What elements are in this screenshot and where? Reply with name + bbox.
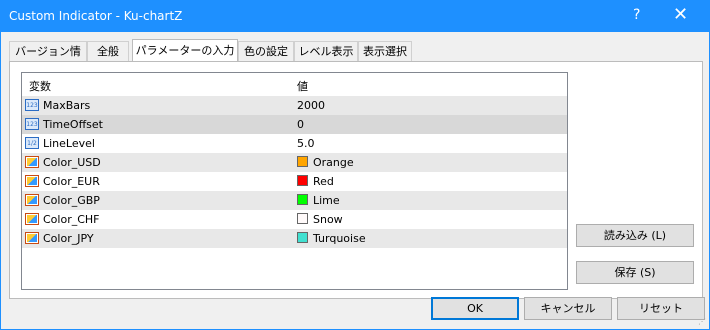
param-value[interactable]: Red [313, 175, 334, 188]
cancel-button[interactable]: キャンセル [524, 297, 612, 320]
param-name: Color_JPY [43, 232, 94, 245]
color-icon [25, 232, 39, 244]
param-value[interactable]: 2000 [297, 99, 325, 112]
close-icon[interactable]: ✕ [673, 4, 688, 25]
param-name: TimeOffset [43, 118, 103, 131]
header-value[interactable]: 値 [297, 78, 308, 94]
param-name: Color_GBP [43, 194, 100, 207]
resize-grip-icon[interactable]: ⋰ [698, 317, 706, 326]
table-row[interactable]: Color_EUR Red [22, 172, 567, 191]
save-button[interactable]: 保存 (S) [576, 261, 694, 284]
color-swatch [297, 175, 308, 186]
table-row[interactable]: 1/2 LineLevel 5.0 [22, 134, 567, 153]
tab-visualization[interactable]: 表示選択 [358, 41, 412, 61]
table-row[interactable]: Color_USD Orange [22, 153, 567, 172]
param-value[interactable]: 5.0 [297, 137, 315, 150]
color-swatch [297, 194, 308, 205]
color-swatch [297, 213, 308, 224]
param-value[interactable]: Lime [313, 194, 340, 207]
integer-icon: 123 [25, 118, 39, 130]
table-row[interactable]: Color_CHF Snow [22, 210, 567, 229]
table-row[interactable]: Color_GBP Lime [22, 191, 567, 210]
tab-colors[interactable]: 色の設定 [238, 41, 294, 61]
table-row[interactable]: Color_JPY Turquoise [22, 229, 567, 248]
dialog-window: Custom Indicator - Ku-chartZ ? ✕ バージョン情報… [0, 0, 710, 330]
window-title: Custom Indicator - Ku-chartZ [9, 9, 183, 23]
tab-inputs[interactable]: パラメーターの入力 [132, 39, 238, 62]
color-icon [25, 194, 39, 206]
double-icon: 1/2 [25, 137, 39, 149]
tab-general[interactable]: 全般 [87, 41, 129, 61]
integer-icon: 123 [25, 99, 39, 111]
color-icon [25, 175, 39, 187]
color-swatch [297, 232, 308, 243]
param-name: MaxBars [43, 99, 91, 112]
tab-version-info[interactable]: バージョン情報 [9, 41, 87, 77]
color-swatch [297, 156, 308, 167]
header-variable[interactable]: 変数 [29, 78, 51, 94]
param-name: Color_EUR [43, 175, 100, 188]
param-name: LineLevel [43, 137, 95, 150]
parameters-table[interactable]: 変数 値 123 MaxBars 2000 123 TimeOffset 0 1… [21, 72, 568, 290]
color-icon [25, 213, 39, 225]
ok-button[interactable]: OK [431, 297, 519, 320]
table-row[interactable]: 123 TimeOffset 0 [22, 115, 567, 134]
inputs-panel: 変数 値 123 MaxBars 2000 123 TimeOffset 0 1… [9, 61, 703, 299]
param-name: Color_USD [43, 156, 101, 169]
tab-levels[interactable]: レベル表示 [294, 41, 358, 61]
table-header: 変数 値 [22, 73, 567, 95]
param-value[interactable]: Snow [313, 213, 343, 226]
param-value[interactable]: Orange [313, 156, 354, 169]
param-value[interactable]: 0 [297, 118, 304, 131]
title-bar: Custom Indicator - Ku-chartZ ? ✕ [1, 1, 709, 32]
table-row[interactable]: 123 MaxBars 2000 [22, 96, 567, 115]
param-name: Color_CHF [43, 213, 100, 226]
help-icon[interactable]: ? [633, 7, 640, 23]
load-button[interactable]: 読み込み (L) [576, 224, 694, 247]
param-value[interactable]: Turquoise [313, 232, 366, 245]
reset-button[interactable]: リセット [617, 297, 705, 320]
color-icon [25, 156, 39, 168]
